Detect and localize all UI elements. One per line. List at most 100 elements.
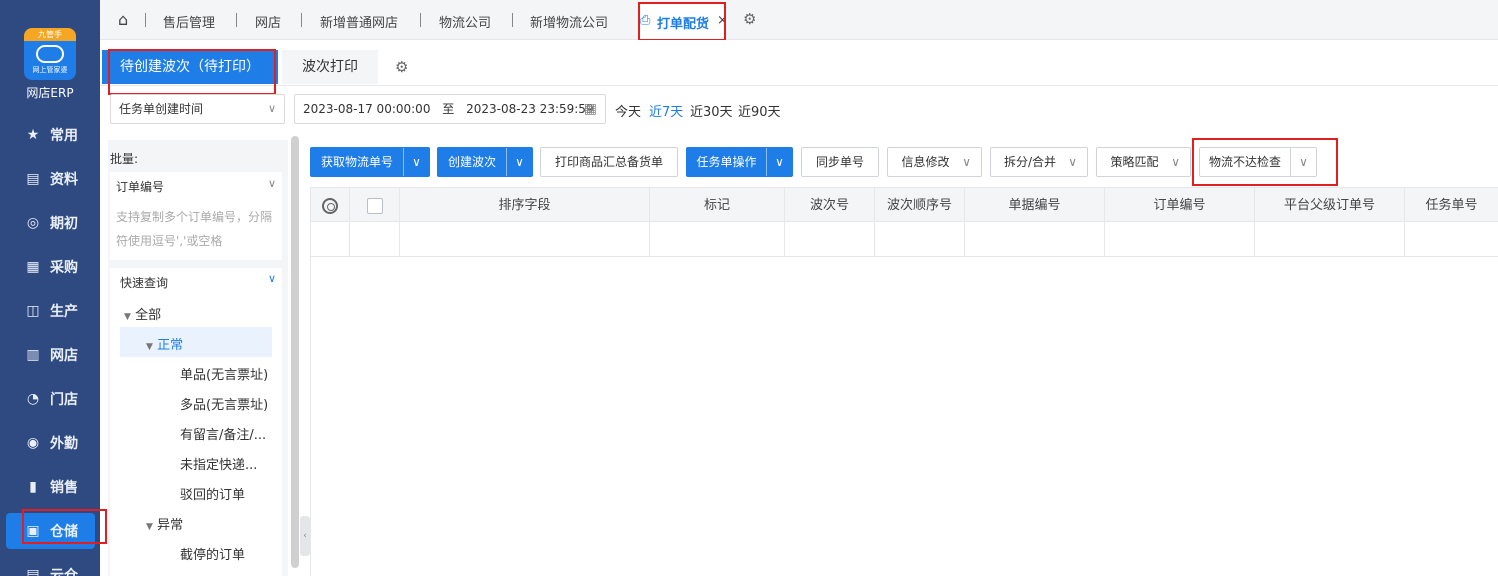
column-header[interactable]: 单据编号	[965, 188, 1105, 223]
get-logistics-no-button[interactable]: 获取物流单号 ∨	[310, 147, 430, 177]
select-all[interactable]	[350, 188, 400, 223]
brand-name: 网店ERP	[26, 86, 74, 100]
info-edit-button[interactable]: 信息修改 ∨	[887, 147, 982, 177]
nav-item-field[interactable]: ◉ 外勤	[0, 425, 100, 461]
tab-print-picking[interactable]: ⎙ 打单配货 ×	[640, 4, 728, 40]
nav-item-warehouse[interactable]: ▣ 仓储	[6, 513, 95, 549]
select-all-checkbox[interactable]	[366, 197, 383, 214]
nav-item-common[interactable]: ★ 常用	[0, 117, 100, 153]
calendar-icon[interactable]: ▦	[584, 95, 597, 123]
column-header[interactable]: 排序字段	[400, 188, 650, 223]
app-logo[interactable]: 九管手 网上管家婆	[24, 28, 76, 80]
tab-store[interactable]: 网店	[255, 12, 281, 32]
subtab-wave-print[interactable]: 波次打印	[282, 50, 378, 84]
quick-90days[interactable]: 近90天	[738, 101, 781, 120]
nav-item-shop[interactable]: ◔ 门店	[0, 381, 100, 417]
tab-new-store[interactable]: 新增普通网店	[320, 12, 398, 32]
quick-query-label: 快速查询	[120, 276, 169, 290]
nav-label: 云仓	[50, 568, 78, 576]
table-cell	[350, 222, 400, 257]
nav-item-store[interactable]: ▥ 网店	[0, 337, 100, 373]
table-cell	[1405, 222, 1498, 257]
column-header[interactable]: 任务单号	[1405, 188, 1498, 223]
filter-panel: 批量: 订单编号 ∨ 支持复制多个订单编号，分隔 符使用逗号','或空格 快速查…	[108, 140, 288, 576]
tree-node-rejected[interactable]: 驳回的订单	[180, 484, 245, 503]
tree-label: 正常	[157, 338, 184, 353]
nav-label: 期初	[50, 216, 78, 232]
print-icon: ⎙	[640, 13, 651, 28]
subtab-pending-wave[interactable]: 待创建波次（待打印）	[102, 50, 278, 84]
chevron-down-icon[interactable]: ∨	[766, 148, 792, 176]
date-range-input[interactable]: 2023-08-17 00:00:00 至 2023-08-23 23:59:5…	[294, 94, 606, 124]
nav-item-data[interactable]: ▤ 资料	[0, 161, 100, 197]
split-merge-button[interactable]: 拆分/合并 ∨	[990, 147, 1088, 177]
create-wave-button[interactable]: 创建波次 ∨	[437, 147, 533, 177]
tree-node-single[interactable]: 单品(无言票址)	[180, 364, 268, 383]
target-icon: ◎	[26, 215, 40, 231]
panel-scrollbar[interactable]	[291, 136, 299, 568]
quick-30days[interactable]: 近30天	[690, 101, 733, 120]
gear-icon[interactable]: ⚙	[395, 58, 408, 76]
caret-down-icon: ▼	[146, 342, 153, 352]
tab-divider	[420, 13, 421, 27]
column-settings[interactable]	[310, 188, 350, 223]
print-summary-button[interactable]: 打印商品汇总备货单	[540, 147, 678, 177]
chevron-down-icon[interactable]: ∨	[403, 148, 429, 176]
gear-icon[interactable]: ⚙	[743, 10, 756, 30]
quick-today[interactable]: 今天	[615, 101, 641, 120]
chevron-down-icon: ∨	[1068, 155, 1077, 169]
column-header[interactable]: 订单编号	[1105, 188, 1255, 223]
tree-node-abnormal[interactable]: ▼ 异常	[146, 514, 183, 533]
nav-item-purchase[interactable]: ▦ 采购	[0, 249, 100, 285]
tree-node-no-express[interactable]: 未指定快递...	[180, 454, 257, 473]
column-header[interactable]: 波次号	[785, 188, 875, 223]
logistics-check-button[interactable]: 物流不达检查 ∨	[1199, 147, 1317, 177]
close-icon[interactable]: ×	[717, 13, 728, 33]
column-header[interactable]: 波次顺序号	[875, 188, 965, 223]
chevron-down-icon: ∨	[1171, 155, 1180, 169]
chevron-down-icon[interactable]: ∨	[506, 148, 532, 176]
strategy-match-button[interactable]: 策略匹配 ∨	[1096, 147, 1191, 177]
tree-node-normal[interactable]: ▼ 正常	[146, 334, 183, 353]
field-icon: ◉	[26, 435, 40, 451]
button-label: 拆分/合并	[1003, 155, 1057, 169]
button-label: 物流不达检查	[1208, 155, 1281, 169]
nav-item-sales[interactable]: ▮ 销售	[0, 469, 100, 505]
chevron-down-icon: ∨	[267, 102, 276, 115]
nav-item-cloud-warehouse[interactable]: ▤ 云仓	[0, 557, 100, 576]
chevron-down-icon[interactable]: ∨	[268, 272, 276, 285]
chevron-down-icon[interactable]: ∨	[1290, 148, 1316, 176]
tab-new-logistics[interactable]: 新增物流公司	[530, 12, 608, 32]
column-header[interactable]: 平台父级订单号	[1255, 188, 1405, 223]
batch-field-select[interactable]: 订单编号	[116, 178, 164, 195]
home-icon[interactable]: ⌂	[118, 10, 128, 30]
sync-no-button[interactable]: 同步单号	[801, 147, 879, 177]
tree-node-multi[interactable]: 多品(无言票址)	[180, 394, 268, 413]
tab-after-sales[interactable]: 售后管理	[163, 12, 215, 32]
tab-logistics[interactable]: 物流公司	[439, 12, 491, 32]
document-icon: ▤	[26, 171, 40, 187]
nav-item-production[interactable]: ◫ 生产	[0, 293, 100, 329]
tree-node-intercepted[interactable]: 截停的订单	[180, 544, 245, 563]
task-ops-button[interactable]: 任务单操作 ∨	[686, 147, 793, 177]
nav-label: 采购	[50, 260, 78, 276]
table-cell	[1255, 222, 1405, 257]
nav-label: 外勤	[50, 436, 78, 452]
nav-item-initial[interactable]: ◎ 期初	[0, 205, 100, 241]
date-field-select[interactable]: 任务单创建时间 ∨	[110, 94, 285, 124]
quick-7days[interactable]: 近7天	[649, 101, 683, 120]
nav-label: 门店	[50, 392, 78, 408]
tree-node-message[interactable]: 有留言/备注/...	[180, 424, 266, 443]
collapse-handle[interactable]: ‹	[300, 516, 310, 556]
table-cell	[310, 222, 350, 257]
table-cell	[965, 222, 1105, 257]
tree-node-all[interactable]: ▼ 全部	[124, 304, 161, 323]
nav-label: 常用	[50, 128, 78, 144]
table-row	[310, 222, 1498, 257]
batch-input-card[interactable]: 订单编号 ∨ 支持复制多个订单编号，分隔 符使用逗号','或空格	[110, 172, 282, 260]
app-root: 九管手 网上管家婆 网店ERP ★ 常用 ▤ 资料 ◎ 期初 ▦ 采购 ◫ 生产 ▥ 网店 …	[0, 0, 1498, 576]
button-label: 创建波次	[447, 155, 496, 169]
gear-icon[interactable]	[321, 197, 338, 214]
column-header[interactable]: 标记	[650, 188, 785, 223]
batch-placeholder-1: 支持复制多个订单编号，分隔	[116, 210, 273, 224]
